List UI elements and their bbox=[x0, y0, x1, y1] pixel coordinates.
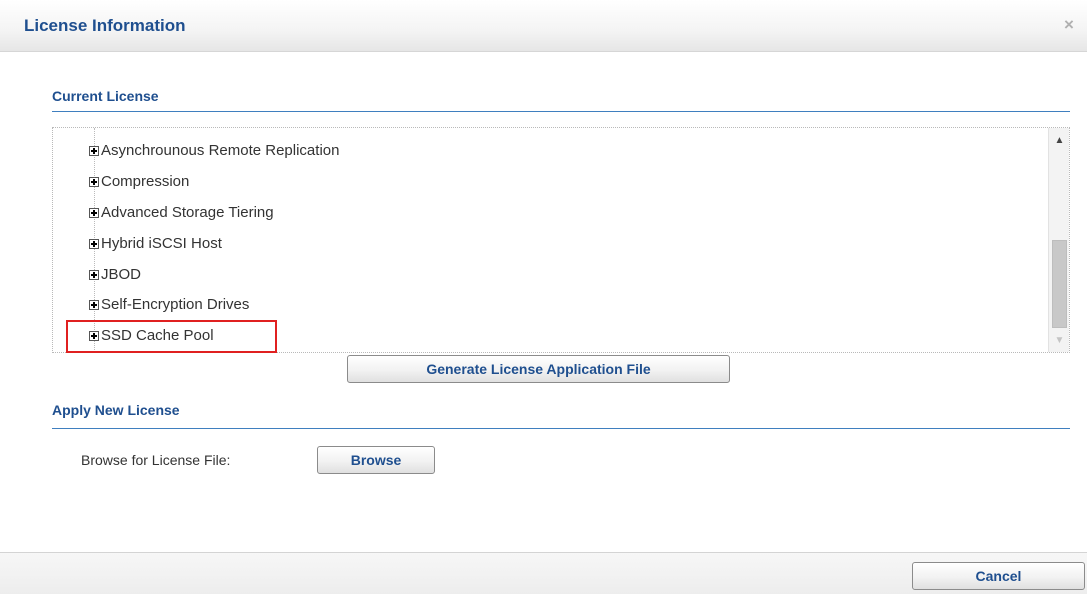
expand-plus-icon[interactable] bbox=[89, 270, 99, 280]
tree-item-advanced-storage-tiering[interactable]: Advanced Storage Tiering bbox=[89, 203, 274, 223]
tree-scrollbar[interactable]: ▲ ▼ bbox=[1048, 128, 1069, 352]
dialog-footer: Cancel bbox=[0, 552, 1087, 594]
scroll-up-arrow-icon[interactable]: ▲ bbox=[1049, 132, 1069, 150]
tree-item-compression[interactable]: Compression bbox=[89, 172, 189, 192]
ssd-cache-pool-highlight bbox=[66, 320, 277, 353]
current-license-divider bbox=[52, 111, 1070, 112]
tree-item-label: Self-Encryption Drives bbox=[101, 296, 250, 313]
browse-button[interactable]: Browse bbox=[317, 446, 435, 474]
tree-item-jbod[interactable]: JBOD bbox=[89, 265, 141, 285]
dialog-titlebar: License Information × bbox=[0, 0, 1087, 52]
apply-new-license-divider bbox=[52, 428, 1070, 429]
tree-item-label: JBOD bbox=[101, 266, 142, 283]
generate-license-application-file-button[interactable]: Generate License Application File bbox=[347, 355, 730, 383]
expand-plus-icon[interactable] bbox=[89, 208, 99, 218]
tree-item-label: Compression bbox=[101, 173, 190, 190]
expand-plus-icon[interactable] bbox=[89, 300, 99, 310]
tree-item-hybrid-iscsi-host[interactable]: Hybrid iSCSI Host bbox=[89, 234, 222, 254]
tree-item-label: Advanced Storage Tiering bbox=[101, 204, 274, 221]
browse-for-license-file-label: Browse for License File: bbox=[81, 452, 231, 468]
expand-plus-icon[interactable] bbox=[89, 177, 99, 187]
tree-item-label: Asynchrounous Remote Replication bbox=[101, 142, 340, 159]
dialog-title: License Information bbox=[24, 16, 186, 35]
tree-item-self-encryption-drives[interactable]: Self-Encryption Drives bbox=[89, 295, 249, 315]
expand-plus-icon[interactable] bbox=[89, 146, 99, 156]
cancel-button[interactable]: Cancel bbox=[912, 562, 1085, 590]
tree-item-label: Hybrid iSCSI Host bbox=[101, 235, 222, 252]
expand-plus-icon[interactable] bbox=[89, 239, 99, 249]
scroll-down-arrow-icon[interactable]: ▼ bbox=[1049, 332, 1069, 350]
current-license-title: Current License bbox=[52, 88, 159, 104]
close-icon[interactable]: × bbox=[1061, 16, 1077, 34]
scroll-thumb[interactable] bbox=[1052, 240, 1067, 328]
tree-item-async-remote-replication[interactable]: Asynchrounous Remote Replication bbox=[89, 141, 339, 161]
apply-new-license-title: Apply New License bbox=[52, 402, 180, 418]
